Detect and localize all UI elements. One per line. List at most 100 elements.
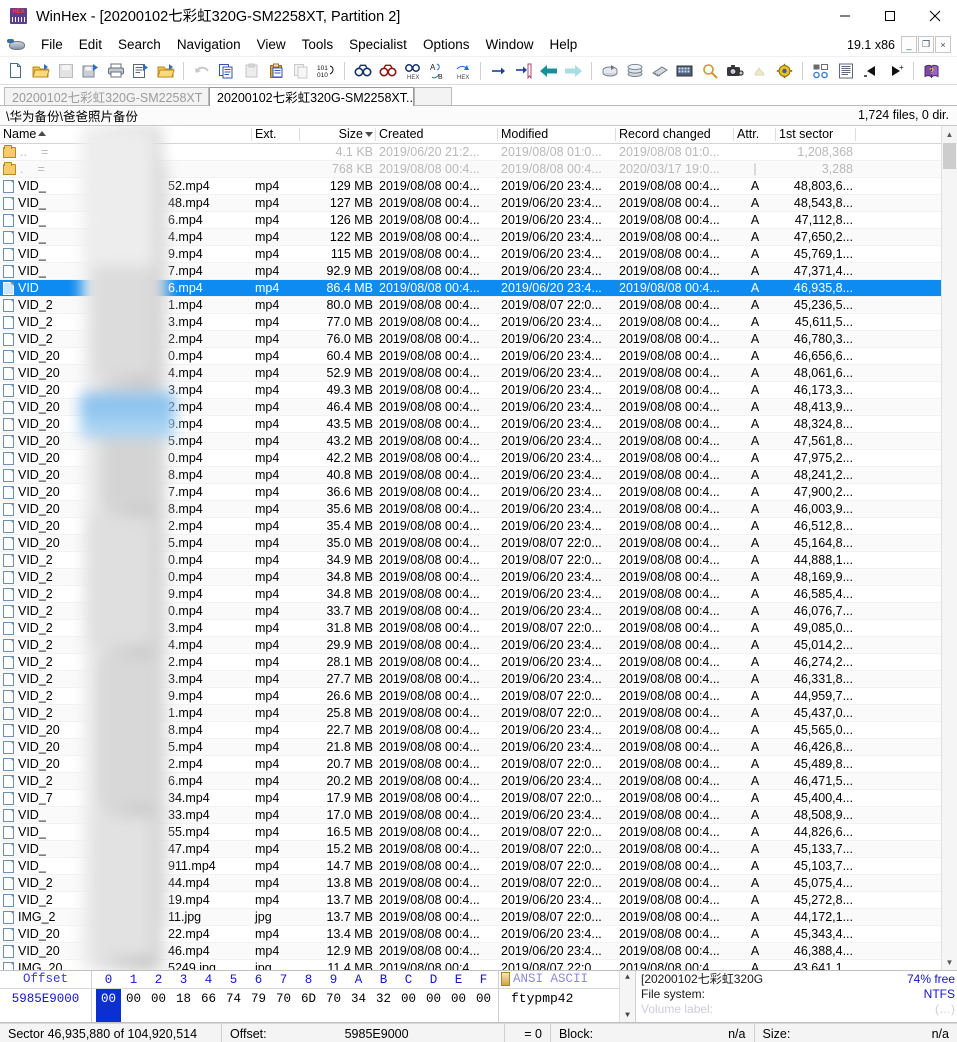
back-arrow-icon[interactable] (537, 59, 560, 82)
binary-convert-icon[interactable]: 101 010 (315, 59, 338, 82)
table-row[interactable]: VID 6.mp4 mp4 86.4 MB 2019/08/08 00:4... 2019… (0, 280, 957, 297)
replace-hex-icon[interactable]: HEX (451, 59, 474, 82)
hex-byte[interactable]: 00 (446, 989, 471, 1022)
table-row[interactable]: VID_7 34.mp4 mp4 17.9 MB 2019/08/08 00:4... 2… (0, 790, 957, 807)
table-row[interactable]: VID_20 2.mp4 mp4 46.4 MB 2019/08/08 00:4... 2… (0, 399, 957, 416)
table-row[interactable]: VID_ 47.mp4 mp4 15.2 MB 2019/08/08 00:4... 20… (0, 841, 957, 858)
table-row[interactable]: VID_20 46.mp4 mp4 12.9 MB 2019/08/08 00:4...… (0, 943, 957, 960)
hex-byte[interactable]: 18 (171, 989, 196, 1022)
table-row[interactable]: VID_2 4.mp4 mp4 29.9 MB 2019/08/08 00:4... 20… (0, 637, 957, 654)
hex-byte[interactable]: 00 (396, 989, 421, 1022)
table-row[interactable]: VID_ 4.mp4 mp4 122 MB 2019/08/08 00:4... 2019… (0, 229, 957, 246)
table-row[interactable]: VID_ 55.mp4 mp4 16.5 MB 2019/08/08 00:4... 20… (0, 824, 957, 841)
hex-byte[interactable]: 70 (321, 989, 346, 1022)
table-row[interactable]: VID_2 1.mp4 mp4 80.0 MB 2019/08/08 00:4... 20… (0, 297, 957, 314)
column-header-record-changed[interactable]: Record changed (616, 126, 734, 143)
ascii-value[interactable]: ftypmp42 (499, 989, 619, 1009)
column-header-modified[interactable]: Modified (498, 126, 616, 143)
table-row[interactable]: VID_20 7.mp4 mp4 36.6 MB 2019/08/08 00:4... 2… (0, 484, 957, 501)
menu-view[interactable]: View (249, 35, 294, 54)
column-header-size[interactable]: Size (300, 126, 376, 143)
hex-scrollbar[interactable]: ▲ ▼ (619, 971, 635, 1022)
table-row[interactable]: VID_2 2.mp4 mp4 28.1 MB 2019/08/08 00:4... 20… (0, 654, 957, 671)
paste-icon[interactable] (265, 59, 288, 82)
table-row[interactable]: VID_2 2.mp4 mp4 76.0 MB 2019/08/08 00:4... 20… (0, 331, 957, 348)
table-row[interactable]: VID_20 8.mp4 mp4 35.6 MB 2019/08/08 00:4... 2… (0, 501, 957, 518)
block-start-icon[interactable] (859, 59, 882, 82)
table-row[interactable]: VID_20 5.mp4 mp4 21.8 MB 2019/08/08 00:4... 2… (0, 739, 957, 756)
table-row[interactable]: VID_2 19.mp4 mp4 13.7 MB 2019/08/08 00:4... 2… (0, 892, 957, 909)
hex-byte[interactable]: 66 (196, 989, 221, 1022)
find-replace-icon[interactable] (376, 59, 399, 82)
tab-active-partition[interactable]: 20200102七彩虹320G-SM2258XT... (209, 87, 414, 106)
select-block-icon[interactable] (809, 59, 832, 82)
scroll-up-icon[interactable]: ▲ (942, 126, 957, 142)
table-row[interactable]: VID_20 5.mp4 mp4 43.2 MB 2019/08/08 00:4... 2… (0, 433, 957, 450)
directory-browser-icon[interactable] (834, 59, 857, 82)
save-as-icon[interactable] (79, 59, 102, 82)
mdi-close-button[interactable]: × (935, 36, 951, 53)
table-row[interactable]: VID_20 2.mp4 mp4 35.4 MB 2019/08/08 00:4... 2… (0, 518, 957, 535)
mdi-restore-button[interactable]: ❐ (918, 36, 934, 53)
mdi-minimize-button[interactable]: _ (901, 36, 917, 53)
tab-inactive-partition[interactable]: 20200102七彩虹320G-SM2258XT (4, 87, 209, 106)
table-row[interactable]: IMG_20 5249.jpg jpg 11.4 MB 2019/08/08 00:4.… (0, 960, 957, 970)
menu-window[interactable]: Window (477, 35, 541, 54)
table-row[interactable]: VID_2 9.mp4 mp4 26.6 MB 2019/08/08 00:4... 20… (0, 688, 957, 705)
table-row[interactable]: VID_2 3.mp4 mp4 27.7 MB 2019/08/08 00:4... 20… (0, 671, 957, 688)
table-row[interactable]: .. = 4.1 KB 2019/06/20 21:2... 2019/08/08 01… (0, 144, 957, 161)
hex-byte[interactable]: 00 (421, 989, 446, 1022)
open-disk2-icon[interactable] (598, 59, 621, 82)
table-row[interactable]: VID_20 2.mp4 mp4 20.7 MB 2019/08/08 00:4... 2… (0, 756, 957, 773)
table-row[interactable]: . = 768 KB 2019/08/08 00:4... 2019/08/08 00:… (0, 161, 957, 178)
disk-stack-icon[interactable] (623, 59, 646, 82)
chevron-up-icon[interactable]: ▲ (625, 973, 630, 982)
hex-byte[interactable]: 00 (146, 989, 171, 1022)
table-row[interactable]: VID_20 0.mp4 mp4 42.2 MB 2019/08/08 00:4... 2… (0, 450, 957, 467)
column-header-created[interactable]: Created (376, 126, 498, 143)
block-end-icon[interactable]: + (884, 59, 907, 82)
column-header-name[interactable]: Name (0, 126, 252, 143)
print-icon[interactable] (104, 59, 127, 82)
table-row[interactable]: VID_ 52.mp4 mp4 129 MB 2019/08/08 00:4... 201… (0, 178, 957, 195)
table-row[interactable]: VID_ 7.mp4 mp4 92.9 MB 2019/08/08 00:4... 201… (0, 263, 957, 280)
column-header-attr[interactable]: Attr. (734, 126, 776, 143)
hex-byte[interactable]: 74 (221, 989, 246, 1022)
menu-file[interactable]: File (33, 35, 71, 54)
gear-icon[interactable] (773, 59, 796, 82)
column-header-ext[interactable]: Ext. (252, 126, 300, 143)
help-icon[interactable]: ? (920, 59, 943, 82)
copy-icon[interactable] (215, 59, 238, 82)
table-row[interactable]: VID_2 44.mp4 mp4 13.8 MB 2019/08/08 00:4... 2… (0, 875, 957, 892)
table-row[interactable]: VID_20 4.mp4 mp4 52.9 MB 2019/08/08 00:4... 2… (0, 365, 957, 382)
table-row[interactable]: VID_2 3.mp4 mp4 77.0 MB 2019/08/08 00:4... 20… (0, 314, 957, 331)
table-row[interactable]: VID_ 6.mp4 mp4 126 MB 2019/08/08 00:4... 2019… (0, 212, 957, 229)
goto-end-icon[interactable] (512, 59, 535, 82)
menu-options[interactable]: Options (415, 35, 478, 54)
table-row[interactable]: VID_2 0.mp4 mp4 34.8 MB 2019/08/08 00:4... 20… (0, 569, 957, 586)
table-row[interactable]: IMG_2 11.jpg jpg 13.7 MB 2019/08/08 00:4... 2… (0, 909, 957, 926)
table-row[interactable]: VID_20 8.mp4 mp4 40.8 MB 2019/08/08 00:4... 2… (0, 467, 957, 484)
goto-icon[interactable] (487, 59, 510, 82)
scroll-down-icon[interactable]: ▼ (942, 954, 957, 970)
table-row[interactable]: VID_ 9.mp4 mp4 115 MB 2019/08/08 00:4... 2019… (0, 246, 957, 263)
scrollbar-thumb[interactable] (943, 143, 956, 169)
table-row[interactable]: VID_2 1.mp4 mp4 25.8 MB 2019/08/08 00:4... 20… (0, 705, 957, 722)
hex-byte[interactable]: 6D (296, 989, 321, 1022)
menu-tools[interactable]: Tools (294, 35, 342, 54)
menu-edit[interactable]: Edit (71, 35, 110, 54)
table-row[interactable]: VID_2 0.mp4 mp4 33.7 MB 2019/08/08 00:4... 20… (0, 603, 957, 620)
table-row[interactable]: VID_20 5.mp4 mp4 35.0 MB 2019/08/08 00:4... 2… (0, 535, 957, 552)
table-row[interactable]: VID_20 9.mp4 mp4 43.5 MB 2019/08/08 00:4... 2… (0, 416, 957, 433)
hex-byte[interactable]: 00 (471, 989, 496, 1022)
find-text-icon[interactable]: AB (426, 59, 449, 82)
menu-specialist[interactable]: Specialist (341, 35, 415, 54)
table-row[interactable]: VID_20 0.mp4 mp4 60.4 MB 2019/08/08 00:4... 2… (0, 348, 957, 365)
table-row[interactable]: VID_2 6.mp4 mp4 20.2 MB 2019/08/08 00:4... 20… (0, 773, 957, 790)
close-icon[interactable] (912, 0, 957, 32)
find-hex-icon[interactable]: HEX (401, 59, 424, 82)
hex-byte[interactable]: 34 (346, 989, 371, 1022)
new-file-icon[interactable] (4, 59, 27, 82)
hex-byte[interactable]: 00 (96, 989, 121, 1022)
hex-byte[interactable]: 00 (121, 989, 146, 1022)
